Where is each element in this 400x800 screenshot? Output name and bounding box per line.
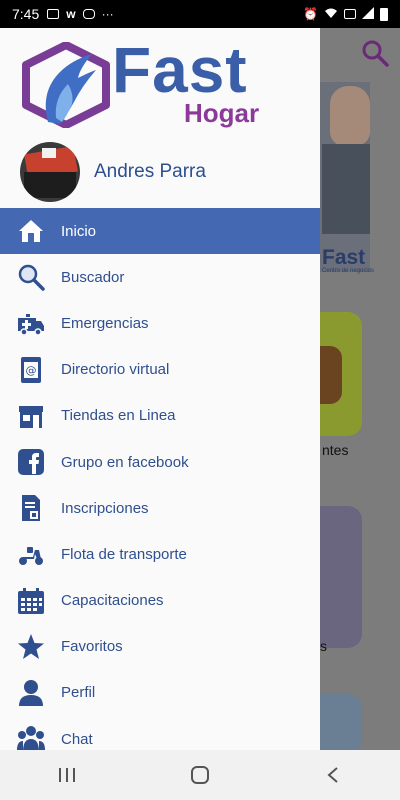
alarm-icon: ⏰	[303, 7, 318, 21]
menu-item-emergencias[interactable]: Emergencias	[0, 300, 320, 346]
menu-item-label: Emergencias	[61, 314, 149, 332]
address-book-icon: @	[16, 355, 46, 385]
user-name: Andres Parra	[94, 161, 206, 182]
ambulance-icon	[16, 308, 46, 338]
star-icon	[16, 632, 46, 662]
banner-subtitle: Centro de negocios	[322, 268, 375, 274]
menu-item-inicio[interactable]: Inicio	[0, 208, 320, 255]
form-icon	[16, 493, 46, 523]
avatar-shape	[42, 148, 56, 158]
user-header[interactable]: Andres Parra	[20, 142, 310, 202]
recent-apps-button[interactable]	[47, 760, 87, 790]
status-system-icons: ⏰	[303, 6, 388, 22]
menu-item-tiendas[interactable]: Tiendas en Linea	[0, 393, 320, 439]
group-chat-icon	[16, 724, 46, 750]
menu-item-label: Buscador	[61, 268, 125, 286]
avatar-shape	[24, 172, 76, 198]
menu-item-favoritos[interactable]: Favoritos	[0, 624, 320, 670]
signal-icon	[362, 6, 374, 22]
menu-item-facebook[interactable]: Grupo en facebook	[0, 439, 320, 485]
logo-word-fast: Fast	[112, 34, 248, 106]
menu-item-directorio[interactable]: @ Directorio virtual	[0, 347, 320, 393]
app-notification-icon: w	[66, 7, 76, 21]
menu-item-perfil[interactable]: Perfil	[0, 670, 320, 716]
banner-person	[330, 86, 370, 146]
menu-item-label: Favoritos	[61, 638, 123, 656]
gallery-notification-icon	[47, 9, 60, 19]
category-card-third[interactable]	[320, 694, 362, 750]
back-button[interactable]	[313, 760, 353, 790]
avatar[interactable]	[20, 142, 80, 202]
menu-item-label: Chat	[61, 730, 93, 748]
logo-mark-icon	[22, 42, 110, 128]
menu-item-chat[interactable]: Chat	[0, 716, 320, 750]
home-icon	[16, 216, 46, 246]
promo-banner-image[interactable]	[320, 82, 370, 272]
category-card-second[interactable]	[320, 506, 362, 648]
menu-item-capacitaciones[interactable]: Capacitaciones	[0, 578, 320, 624]
status-time: 7:45	[12, 6, 40, 22]
svg-text:@: @	[26, 364, 37, 377]
menu-item-inscripciones[interactable]: Inscripciones	[0, 485, 320, 531]
more-notifications: ···	[101, 7, 114, 21]
facebook-icon	[16, 447, 46, 477]
menu-item-label: Flota de transporte	[61, 545, 187, 563]
home-button[interactable]	[180, 760, 220, 790]
status-bar: 7:45 w ··· ⏰	[0, 0, 400, 28]
menu-item-label: Inicio	[61, 222, 97, 240]
logo-word-hogar: Hogar	[184, 98, 260, 128]
banner-apron	[322, 144, 370, 234]
category-card-label: s	[320, 638, 327, 654]
drawer-menu: Inicio Buscador Emergencias @ Directorio…	[0, 208, 320, 750]
navigation-drawer: Fast Hogar Andres Parra Inicio Buscador	[0, 28, 320, 750]
banner-brand: Fast	[322, 246, 366, 269]
wifi-icon	[324, 7, 338, 22]
user-icon	[16, 678, 46, 708]
volte-icon	[344, 9, 356, 19]
menu-item-label: Grupo en facebook	[61, 453, 189, 471]
menu-item-label: Directorio virtual	[61, 361, 170, 379]
system-navigation-bar	[0, 750, 400, 800]
scooter-icon	[16, 539, 46, 569]
burger-image	[320, 346, 342, 404]
calendar-icon	[16, 586, 46, 616]
store-icon	[16, 401, 46, 431]
status-notifications: w ···	[47, 7, 114, 21]
category-card-label: ntes	[322, 442, 349, 458]
battery-icon	[380, 7, 388, 21]
menu-item-label: Inscripciones	[61, 499, 149, 517]
instagram-notification-icon	[82, 9, 95, 19]
menu-item-label: Perfil	[61, 684, 96, 702]
menu-item-flota[interactable]: Flota de transporte	[0, 531, 320, 577]
search-icon[interactable]	[360, 38, 390, 68]
search-icon	[16, 262, 46, 292]
menu-item-label: Capacitaciones	[61, 592, 164, 610]
menu-item-buscador[interactable]: Buscador	[0, 254, 320, 300]
fast-hogar-logo: Fast Hogar	[20, 34, 290, 130]
menu-item-label: Tiendas en Linea	[61, 407, 176, 425]
